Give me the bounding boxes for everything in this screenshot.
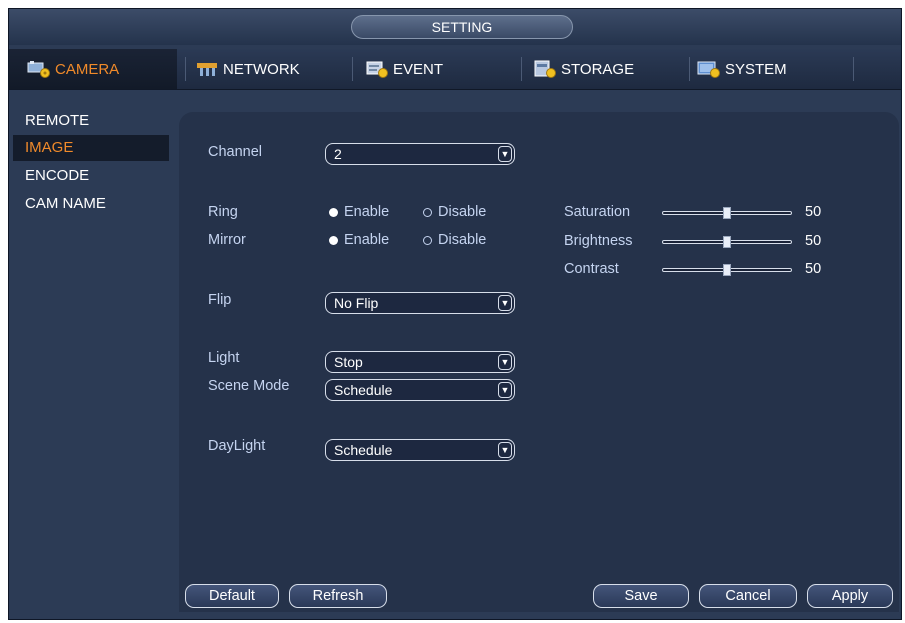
chevron-down-icon[interactable]: ▼: [498, 442, 512, 458]
saturation-slider[interactable]: [662, 207, 792, 219]
title-bar: SETTING: [9, 9, 901, 45]
channel-label: Channel: [208, 144, 263, 160]
window-title: SETTING: [351, 15, 573, 39]
contrast-slider-thumb[interactable]: [723, 264, 731, 276]
tab-event-label: EVENT: [393, 60, 444, 78]
mirror-disable-radio[interactable]: Disable: [423, 232, 486, 248]
light-value: Stop: [334, 354, 363, 370]
apply-button[interactable]: Apply: [807, 584, 893, 608]
channel-value: 2: [334, 146, 342, 162]
camera-icon: [27, 61, 50, 78]
brightness-slider[interactable]: [662, 236, 792, 248]
tab-system-label: SYSTEM: [725, 60, 787, 78]
radio-selected-icon: [329, 207, 338, 217]
ring-disable-label: Disable: [438, 204, 487, 220]
mirror-disable-label: Disable: [438, 232, 487, 248]
ring-label: Ring: [208, 204, 238, 220]
tab-network-label: NETWORK: [223, 60, 300, 78]
sidebar-item-remote[interactable]: REMOTE: [13, 108, 169, 134]
mirror-label: Mirror: [208, 232, 246, 248]
chevron-down-icon[interactable]: ▼: [498, 146, 512, 162]
tab-system[interactable]: SYSTEM: [697, 49, 847, 89]
radio-unselected-icon: [423, 207, 432, 217]
refresh-button[interactable]: Refresh: [289, 584, 387, 608]
cancel-button[interactable]: Cancel: [699, 584, 797, 608]
daylight-label: DayLight: [208, 438, 266, 454]
tab-camera[interactable]: CAMERA: [9, 49, 177, 89]
radio-selected-icon: [329, 235, 338, 245]
tab-divider: [352, 57, 353, 81]
saturation-label: Saturation: [564, 204, 631, 220]
daylight-value: Schedule: [334, 442, 393, 458]
brightness-slider-thumb[interactable]: [723, 236, 731, 248]
settings-window: SETTING CAMERA NETWORK EVENT STORAGE SYS…: [8, 8, 902, 620]
chevron-down-icon[interactable]: ▼: [498, 295, 512, 311]
ring-enable-label: Enable: [344, 204, 390, 220]
chevron-down-icon[interactable]: ▼: [498, 354, 512, 370]
tab-network[interactable]: NETWORK: [195, 49, 345, 89]
image-settings-panel: Channel 2 ▼ Ring Enable Disable Mirror E…: [179, 112, 899, 612]
ring-enable-radio[interactable]: Enable: [329, 204, 389, 220]
scene-mode-select[interactable]: Schedule ▼: [325, 379, 515, 401]
main-tab-bar: CAMERA NETWORK EVENT STORAGE SYSTEM: [9, 49, 901, 90]
tab-divider: [521, 57, 522, 81]
sidebar: REMOTE IMAGE ENCODE CAM NAME: [9, 90, 177, 619]
brightness-label: Brightness: [564, 233, 633, 249]
storage-icon: [534, 60, 556, 78]
tab-camera-label: CAMERA: [55, 60, 120, 78]
contrast-value: 50: [805, 261, 822, 277]
scene-mode-value: Schedule: [334, 382, 393, 398]
tab-divider: [853, 57, 854, 81]
tab-event[interactable]: EVENT: [365, 49, 515, 89]
flip-select[interactable]: No Flip ▼: [325, 292, 515, 314]
flip-label: Flip: [208, 292, 232, 308]
saturation-value: 50: [805, 204, 822, 220]
chevron-down-icon[interactable]: ▼: [498, 382, 512, 398]
light-select[interactable]: Stop ▼: [325, 351, 515, 373]
saturation-slider-thumb[interactable]: [723, 207, 731, 219]
mirror-enable-radio[interactable]: Enable: [329, 232, 389, 248]
save-button[interactable]: Save: [593, 584, 689, 608]
tab-divider: [689, 57, 690, 81]
brightness-value: 50: [805, 233, 822, 249]
sidebar-item-cam-name[interactable]: CAM NAME: [13, 191, 169, 217]
tab-divider: [185, 57, 186, 81]
tab-storage[interactable]: STORAGE: [533, 49, 683, 89]
channel-select[interactable]: 2 ▼: [325, 143, 515, 165]
ring-disable-radio[interactable]: Disable: [423, 204, 486, 220]
sidebar-item-image[interactable]: IMAGE: [13, 135, 169, 161]
system-icon: [697, 61, 720, 78]
network-icon: [197, 63, 217, 76]
flip-value: No Flip: [334, 295, 379, 311]
daylight-select[interactable]: Schedule ▼: [325, 439, 515, 461]
scene-mode-label: Scene Mode: [208, 378, 290, 394]
tab-storage-label: STORAGE: [561, 60, 635, 78]
contrast-label: Contrast: [564, 261, 619, 277]
light-label: Light: [208, 350, 240, 366]
mirror-enable-label: Enable: [344, 232, 390, 248]
sidebar-item-encode[interactable]: ENCODE: [13, 163, 169, 189]
contrast-slider[interactable]: [662, 264, 792, 276]
event-icon: [366, 61, 388, 78]
default-button[interactable]: Default: [185, 584, 279, 608]
radio-unselected-icon: [423, 235, 432, 245]
